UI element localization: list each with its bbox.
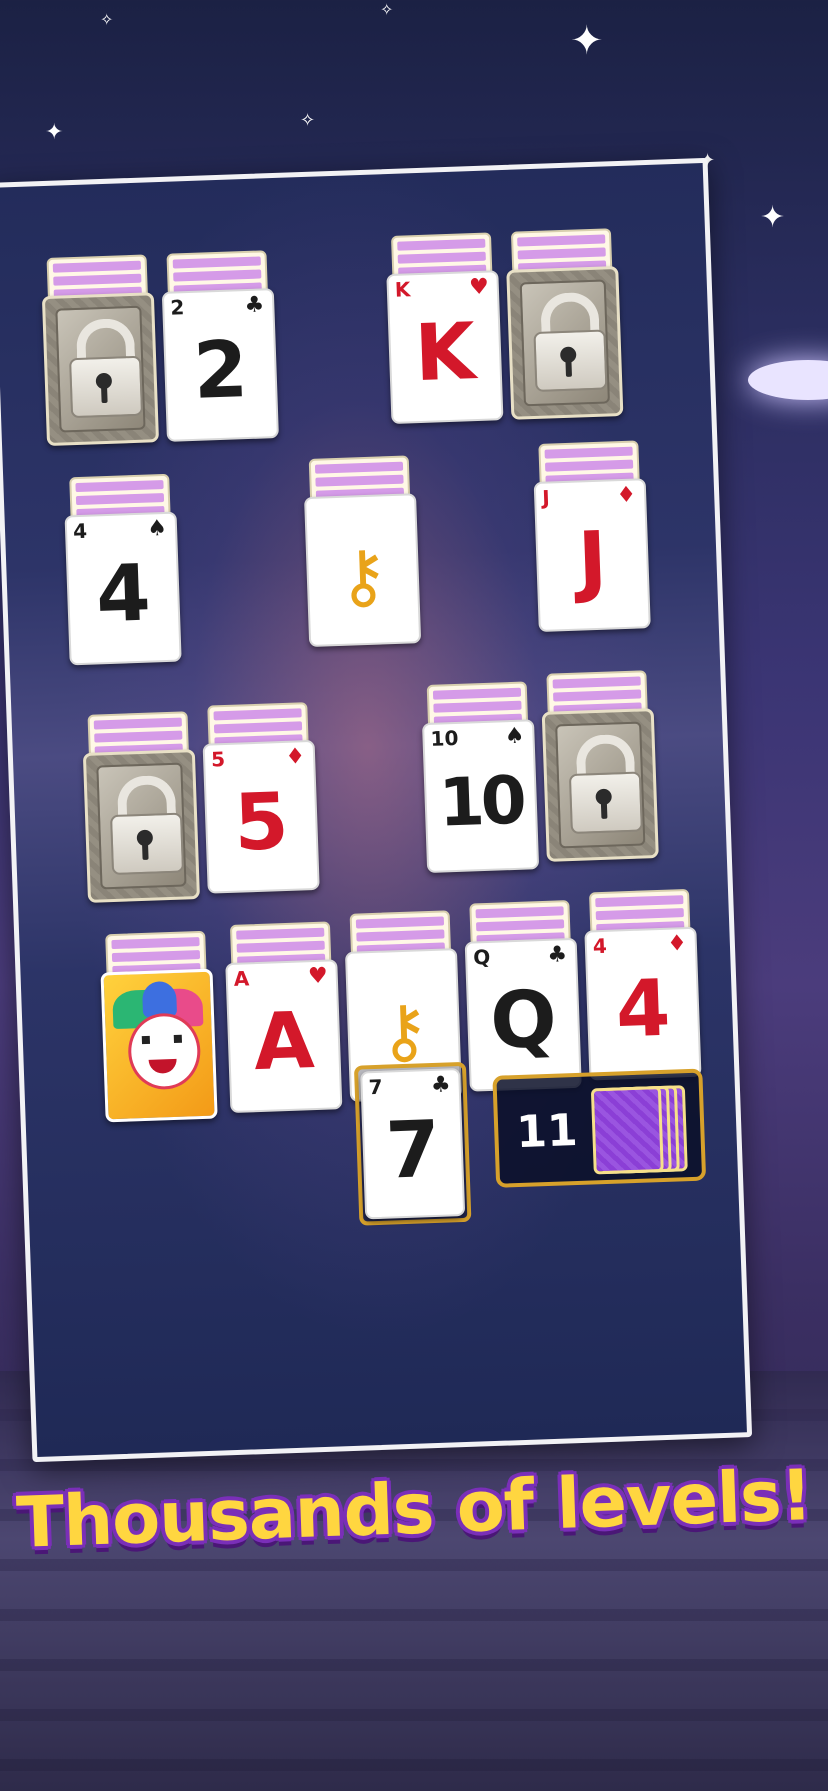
waste-pile[interactable]: 7 ♣ 7 bbox=[353, 1061, 472, 1226]
diamond-icon: ♦ bbox=[616, 482, 637, 509]
lock-icon bbox=[86, 752, 192, 876]
card-corner-rank: 7 bbox=[368, 1074, 384, 1100]
playing-card[interactable]: J ♦ J bbox=[533, 478, 651, 632]
card-pile[interactable]: J ♦ J bbox=[532, 440, 651, 632]
heart-icon: ♥ bbox=[307, 963, 329, 990]
joker-icon bbox=[104, 972, 210, 1091]
diamond-icon: ♦ bbox=[284, 744, 306, 770]
key-pile[interactable]: ⚷ bbox=[344, 910, 463, 1102]
star-icon: ✦ bbox=[760, 200, 786, 235]
card-corner-rank: 10 bbox=[430, 725, 459, 751]
playing-card[interactable]: A ♥ A bbox=[225, 959, 343, 1114]
heart-icon: ♥ bbox=[468, 274, 490, 301]
locked-pile[interactable] bbox=[505, 228, 624, 420]
club-icon: ♣ bbox=[430, 1072, 452, 1099]
locked-card bbox=[541, 708, 659, 862]
card-rank: Q bbox=[488, 974, 559, 1067]
moon bbox=[748, 360, 828, 400]
diamond-icon: ♦ bbox=[666, 931, 688, 957]
spade-icon: ♠ bbox=[146, 515, 168, 542]
key-card[interactable]: ⚷ bbox=[304, 493, 422, 648]
key-pile[interactable]: ⚷ bbox=[303, 455, 422, 648]
playing-card[interactable]: 7 ♣ 7 bbox=[360, 1068, 466, 1220]
card-rank: 2 bbox=[191, 325, 250, 417]
card-corner-rank: 5 bbox=[210, 747, 226, 772]
card-corner-rank: A bbox=[233, 966, 250, 991]
star-icon: ✧ bbox=[300, 110, 316, 131]
card-rank: 10 bbox=[437, 761, 525, 842]
playing-card[interactable]: 4 ♠ 4 bbox=[64, 511, 182, 666]
star-icon: ✧ bbox=[100, 10, 114, 29]
card-rank: J bbox=[576, 515, 609, 607]
stock-pile[interactable]: 11 bbox=[492, 1068, 707, 1188]
locked-pile[interactable] bbox=[41, 254, 160, 447]
card-pile[interactable]: K ♥ K bbox=[385, 232, 504, 425]
card-rank: 7 bbox=[384, 1104, 442, 1197]
card-pile[interactable]: 10 ♠ 10 bbox=[421, 681, 540, 874]
card-rank: K bbox=[413, 307, 477, 400]
card-pile[interactable]: 2 ♣ 2 bbox=[160, 250, 279, 442]
card-pile[interactable]: 4 ♦ 4 bbox=[583, 888, 702, 1081]
card-corner-rank: 4 bbox=[592, 933, 608, 959]
card-corner-rank: K bbox=[394, 277, 411, 302]
locked-card bbox=[41, 292, 160, 447]
playing-card[interactable]: 10 ♠ 10 bbox=[422, 719, 540, 874]
star-icon: ✦ bbox=[45, 120, 64, 145]
playing-card[interactable]: K ♥ K bbox=[386, 270, 504, 425]
lock-icon bbox=[45, 295, 151, 419]
joker-pile[interactable] bbox=[99, 930, 218, 1123]
card-corner-rank: 2 bbox=[169, 295, 185, 320]
card-corner-rank: Q bbox=[472, 944, 491, 970]
locked-pile[interactable] bbox=[82, 711, 201, 903]
card-pile[interactable]: A ♥ A bbox=[224, 921, 343, 1114]
spade-icon: ♠ bbox=[504, 723, 525, 750]
playing-card[interactable]: 5 ♦ 5 bbox=[202, 739, 320, 894]
game-board-frame: 2 ♣ 2 K ♥ K 4 ♠ 4 ⚷ J ♦ J 5 ♦ 5 10 ♠ 10 … bbox=[0, 157, 753, 1463]
joker-card[interactable] bbox=[100, 968, 218, 1123]
star-icon: ✧ bbox=[380, 0, 394, 19]
card-pile[interactable]: Q ♣ Q bbox=[463, 900, 582, 1092]
playing-card[interactable]: 4 ♦ 4 bbox=[584, 926, 702, 1081]
card-pile[interactable]: 5 ♦ 5 bbox=[201, 702, 320, 894]
club-icon: ♣ bbox=[244, 292, 265, 319]
club-icon: ♣ bbox=[547, 942, 568, 968]
lock-icon bbox=[545, 711, 651, 835]
stock-count: 11 bbox=[515, 1104, 579, 1159]
card-rank: A bbox=[252, 996, 316, 1089]
playing-card[interactable]: 2 ♣ 2 bbox=[161, 288, 279, 442]
locked-pile[interactable] bbox=[540, 670, 659, 862]
card-rank: 4 bbox=[614, 963, 672, 1056]
card-corner-rank: 4 bbox=[72, 518, 88, 544]
star-icon: ✦ bbox=[570, 18, 604, 64]
game-board: 2 ♣ 2 K ♥ K 4 ♠ 4 ⚷ J ♦ J 5 ♦ 5 10 ♠ 10 … bbox=[0, 157, 753, 1463]
lock-icon bbox=[509, 269, 615, 392]
playing-card[interactable]: Q ♣ Q bbox=[464, 937, 582, 1092]
card-rank: 4 bbox=[94, 548, 153, 641]
key-icon: ⚷ bbox=[335, 534, 390, 618]
card-back-icon[interactable] bbox=[590, 1086, 664, 1175]
locked-card bbox=[82, 749, 201, 903]
card-corner-rank: J bbox=[541, 485, 551, 510]
locked-card bbox=[506, 266, 624, 420]
card-pile[interactable]: 4 ♠ 4 bbox=[63, 473, 182, 666]
card-rank: 5 bbox=[232, 776, 291, 869]
